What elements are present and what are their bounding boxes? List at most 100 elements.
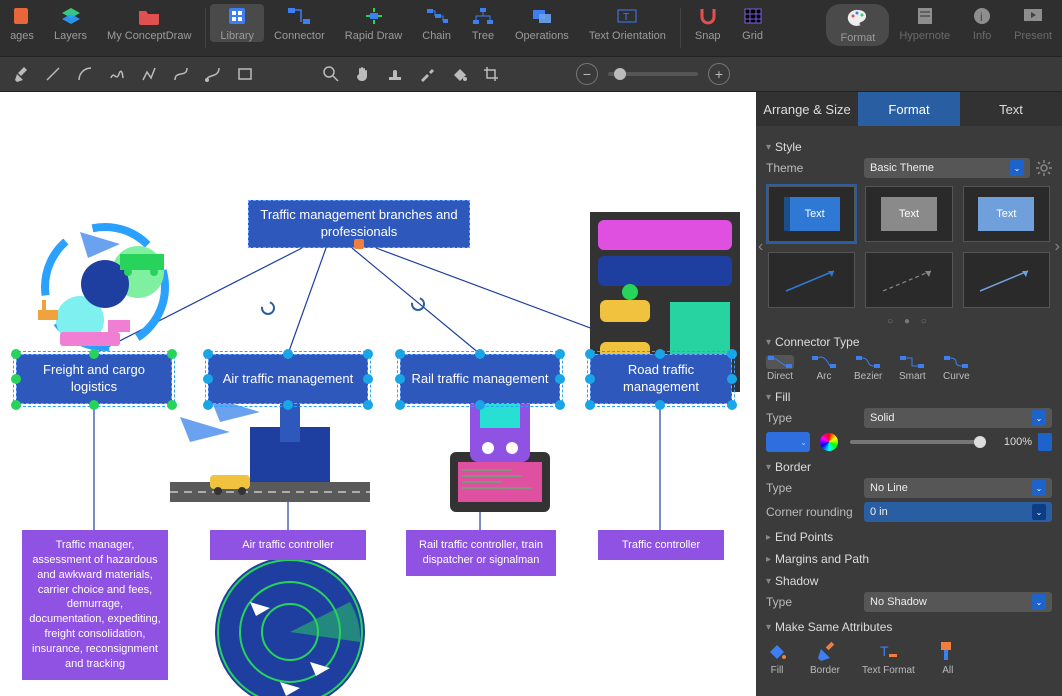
selection-handle[interactable] xyxy=(167,349,177,359)
node-road-detail[interactable]: Traffic controller xyxy=(598,530,724,560)
selection-handle[interactable] xyxy=(555,400,565,410)
tb-present[interactable]: Present xyxy=(1004,4,1062,42)
selection-handle[interactable] xyxy=(475,349,485,359)
canvas[interactable]: Traffic management branches and professi… xyxy=(0,92,756,696)
tb-rapiddraw[interactable]: Rapid Draw xyxy=(335,4,412,42)
selection-handle[interactable] xyxy=(89,349,99,359)
zoom-slider[interactable] xyxy=(608,72,698,76)
paintbucket-icon[interactable] xyxy=(450,65,468,83)
style-preset-5[interactable] xyxy=(865,252,952,308)
tb-chain[interactable]: Chain xyxy=(412,4,461,42)
corner-select[interactable]: 0 in⌄ xyxy=(864,502,1052,522)
connector-bezier[interactable]: Bezier xyxy=(854,355,882,382)
fill-color-swatch[interactable]: ⌄ xyxy=(766,432,810,452)
selection-handle[interactable] xyxy=(585,374,595,384)
node-rail[interactable]: Rail traffic management xyxy=(400,354,560,404)
zoom-out-button[interactable]: − xyxy=(576,63,598,85)
msa-text[interactable]: TText Format xyxy=(862,640,915,676)
section-fill[interactable]: ▾Fill xyxy=(766,390,1052,404)
style-pager-dots[interactable]: ○ ● ○ xyxy=(766,316,1052,327)
scribble-icon[interactable] xyxy=(108,65,126,83)
selection-handle[interactable] xyxy=(363,349,373,359)
colorwheel-icon[interactable] xyxy=(820,433,838,451)
tb-grid[interactable]: Grid xyxy=(731,4,775,42)
tab-arrange[interactable]: Arrange & Size xyxy=(756,92,858,126)
tab-format[interactable]: Format xyxy=(858,92,960,126)
section-endpoints[interactable]: ▸End Points xyxy=(766,530,1052,544)
shadow-type-select[interactable]: No Shadow⌄ xyxy=(864,592,1052,612)
selection-handle[interactable] xyxy=(89,400,99,410)
node-rail-detail[interactable]: Rail traffic controller, train dispatche… xyxy=(406,530,556,576)
selection-handle[interactable] xyxy=(283,400,293,410)
selection-handle[interactable] xyxy=(283,349,293,359)
msa-border[interactable]: Border xyxy=(810,640,840,676)
tb-library[interactable]: Library xyxy=(210,4,264,42)
style-next-button[interactable]: › xyxy=(1055,238,1060,256)
connector-curve[interactable]: Curve xyxy=(942,355,970,382)
connector-direct[interactable]: Direct xyxy=(766,355,794,382)
tab-text[interactable]: Text xyxy=(960,92,1062,126)
zoom-in-button[interactable]: + xyxy=(708,63,730,85)
style-preset-1[interactable]: Text xyxy=(768,186,855,242)
zoom-thumb[interactable] xyxy=(614,68,626,80)
style-preset-6[interactable] xyxy=(963,252,1050,308)
selection-handle[interactable] xyxy=(203,400,213,410)
section-border[interactable]: ▾Border xyxy=(766,460,1052,474)
selection-handle[interactable] xyxy=(655,400,665,410)
tb-layers[interactable]: Layers xyxy=(44,4,97,42)
theme-select[interactable]: Basic Theme⌄ xyxy=(864,158,1030,178)
selection-handle[interactable] xyxy=(203,374,213,384)
node-air-detail[interactable]: Air traffic controller xyxy=(210,530,366,560)
selection-handle[interactable] xyxy=(585,349,595,359)
line-icon[interactable] xyxy=(44,65,62,83)
arc-icon[interactable] xyxy=(76,65,94,83)
node-freight-detail[interactable]: Traffic manager, assessment of hazardous… xyxy=(22,530,168,680)
pencil-icon[interactable] xyxy=(12,65,30,83)
selection-handle[interactable] xyxy=(363,400,373,410)
connector-tool-icon[interactable] xyxy=(204,65,222,83)
selection-handle[interactable] xyxy=(727,400,737,410)
selection-handle[interactable] xyxy=(11,400,21,410)
section-margins[interactable]: ▸Margins and Path xyxy=(766,552,1052,566)
selection-handle[interactable] xyxy=(203,349,213,359)
selection-handle[interactable] xyxy=(585,400,595,410)
msa-fill[interactable]: Fill xyxy=(766,640,788,676)
slider-thumb[interactable] xyxy=(974,436,986,448)
style-prev-button[interactable]: ‹ xyxy=(758,238,763,256)
tb-snap[interactable]: Snap xyxy=(685,4,731,42)
tb-format[interactable]: Format xyxy=(826,4,889,46)
selection-handle[interactable] xyxy=(11,374,21,384)
style-preset-3[interactable]: Text xyxy=(963,186,1050,242)
tb-myconceptdraw[interactable]: My ConceptDraw xyxy=(97,4,201,42)
tb-pages[interactable]: ages xyxy=(0,4,44,42)
style-preset-2[interactable]: Text xyxy=(865,186,952,242)
msa-all[interactable]: All xyxy=(937,640,959,676)
fill-type-select[interactable]: Solid⌄ xyxy=(864,408,1052,428)
style-preset-4[interactable] xyxy=(768,252,855,308)
selection-handle[interactable] xyxy=(555,374,565,384)
node-freight[interactable]: Freight and cargo logistics xyxy=(16,354,172,404)
selection-handle[interactable] xyxy=(727,349,737,359)
selection-handle[interactable] xyxy=(363,374,373,384)
connector-arc[interactable]: Arc xyxy=(810,355,838,382)
selection-handle[interactable] xyxy=(11,349,21,359)
crop-icon[interactable] xyxy=(482,65,500,83)
tb-hypernote[interactable]: Hypernote xyxy=(889,4,960,42)
bezier-icon[interactable] xyxy=(172,65,190,83)
tb-connector[interactable]: Connector xyxy=(264,4,335,42)
section-shadow[interactable]: ▾Shadow xyxy=(766,574,1052,588)
section-style[interactable]: ▾Style xyxy=(766,140,1052,154)
fill-opacity-slider[interactable] xyxy=(850,440,986,444)
connector-smart[interactable]: Smart xyxy=(898,355,926,382)
border-type-select[interactable]: No Line⌄ xyxy=(864,478,1052,498)
gear-icon[interactable] xyxy=(1036,160,1052,176)
hand-icon[interactable] xyxy=(354,65,372,83)
selection-handle[interactable] xyxy=(475,400,485,410)
selection-handle[interactable] xyxy=(395,349,405,359)
tb-tree[interactable]: Tree xyxy=(461,4,505,42)
selection-handle[interactable] xyxy=(655,349,665,359)
stamp-icon[interactable] xyxy=(386,65,404,83)
selection-handle[interactable] xyxy=(727,374,737,384)
selection-handle[interactable] xyxy=(395,400,405,410)
rect-icon[interactable] xyxy=(236,65,254,83)
